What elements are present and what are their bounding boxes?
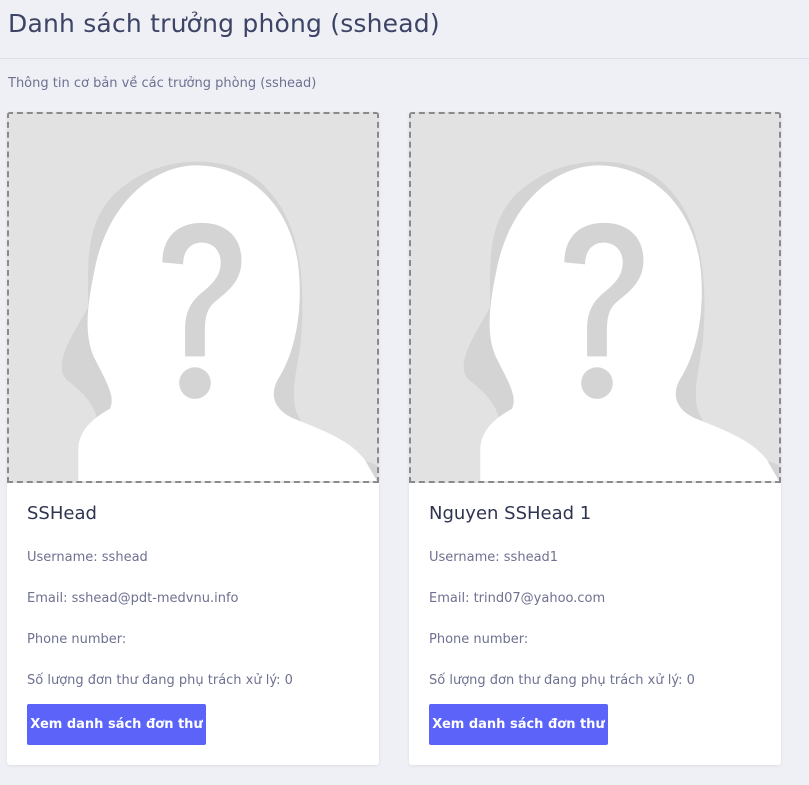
case-count-text: Số lượng đơn thư đang phụ trách xử lý: 0	[27, 673, 293, 688]
username-text: Username: sshead	[27, 550, 148, 565]
unknown-person-placeholder-icon	[7, 112, 379, 483]
sshead-card: SSHead Username: sshead Email: sshead@pd…	[7, 112, 379, 765]
email-text: Email: trind07@yahoo.com	[429, 591, 606, 606]
page-subtitle: Thông tin cơ bản về các trưởng phòng (ss…	[8, 76, 317, 91]
view-cases-button[interactable]: Xem danh sách đơn thư	[27, 704, 206, 745]
sshead-card: Nguyen SSHead 1 Username: sshead1 Email:…	[409, 112, 781, 765]
email-text: Email: sshead@pdt-medvnu.info	[27, 591, 239, 606]
unknown-person-placeholder-icon	[409, 112, 781, 483]
case-count-text: Số lượng đơn thư đang phụ trách xử lý: 0	[429, 673, 695, 688]
phone-text: Phone number:	[27, 632, 127, 647]
view-cases-button[interactable]: Xem danh sách đơn thư	[429, 704, 608, 745]
phone-text: Phone number:	[429, 632, 529, 647]
username-text: Username: sshead1	[429, 550, 559, 565]
card-name: Nguyen SSHead 1	[429, 503, 592, 524]
page-title: Danh sách trưởng phòng (sshead)	[8, 9, 440, 38]
card-name: SSHead	[27, 503, 97, 524]
page-header: Danh sách trưởng phòng (sshead)	[0, 0, 809, 59]
